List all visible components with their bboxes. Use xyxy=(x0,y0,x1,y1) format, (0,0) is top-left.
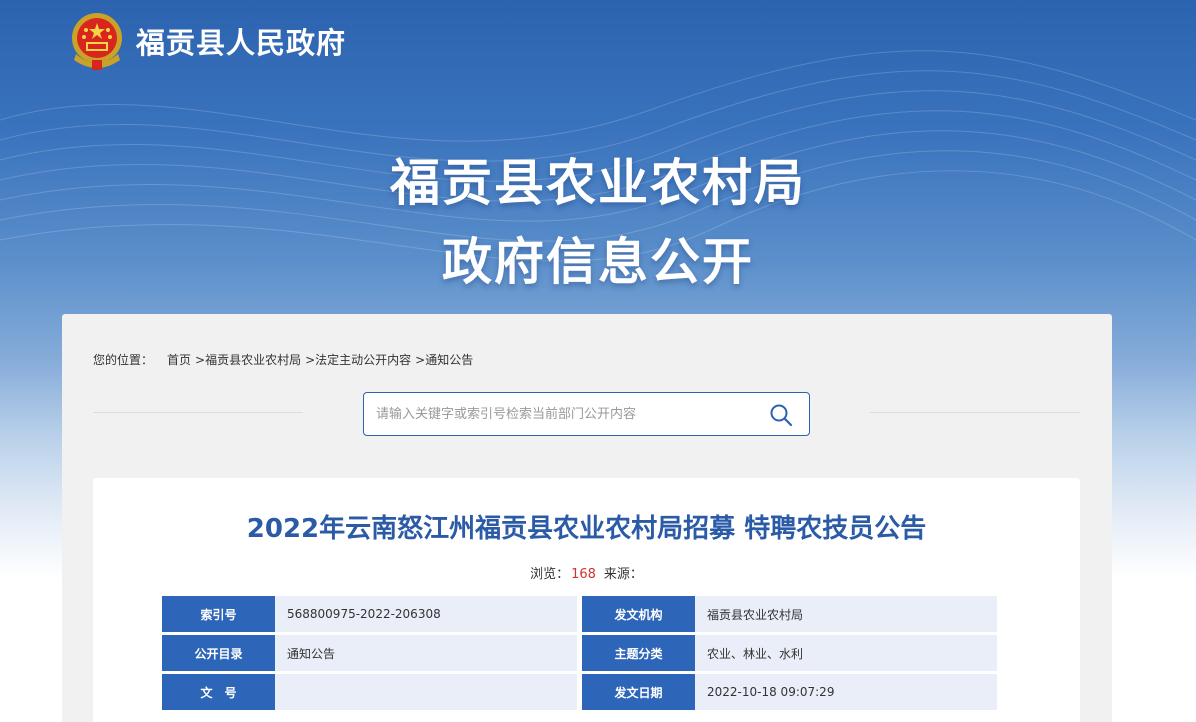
site-name: 福贡县人民政府 xyxy=(136,26,347,60)
search-input[interactable] xyxy=(376,402,756,426)
info-row: 文 号 发文日期 2022-10-18 09:07:29 xyxy=(162,674,997,710)
issue-date-label: 发文日期 xyxy=(582,674,695,710)
section-title: 政府信息公开 xyxy=(442,233,754,291)
info-row: 公开目录 通知公告 主题分类 农业、林业、水利 xyxy=(162,635,997,671)
topic-label: 主题分类 xyxy=(582,635,695,671)
department-title: 福贡县农业农村局 xyxy=(390,154,806,212)
search-box xyxy=(363,392,810,436)
site-logo[interactable]: 福贡县人民政府 xyxy=(68,10,346,72)
catalog-value: 通知公告 xyxy=(275,635,577,671)
catalog-label: 公开目录 xyxy=(162,635,275,671)
issuing-agency-value: 福贡县农业农村局 xyxy=(695,596,997,632)
document-number-label: 文 号 xyxy=(162,674,275,710)
content-panel: 您的位置： 首页 >福贡县农业农村局 >法定主动公开内容 >通知公告 2022年… xyxy=(62,314,1112,722)
national-emblem-icon xyxy=(72,13,122,70)
divider-left xyxy=(93,412,303,413)
index-number-label: 索引号 xyxy=(162,596,275,632)
article-card: 2022年云南怒江州福贡县农业农村局招募 特聘农技员公告 浏览： 168 来源： 索… xyxy=(93,478,1080,722)
info-table: 索引号 568800975-2022-206308 发文机构 福贡县农业农村局 … xyxy=(162,596,997,713)
topic-value: 农业、林业、水利 xyxy=(695,635,997,671)
source-label: 来源： xyxy=(603,567,643,582)
breadcrumb-department[interactable]: >福贡县农业农村局 xyxy=(195,351,301,368)
article-title: 2022年云南怒江州福贡县农业农村局招募 特聘农技员公告 xyxy=(246,514,927,544)
breadcrumb-label: 您的位置： xyxy=(93,353,154,367)
breadcrumb-notices[interactable]: >通知公告 xyxy=(415,351,473,368)
index-number-value: 568800975-2022-206308 xyxy=(275,596,577,632)
search-icon[interactable] xyxy=(769,403,793,427)
issuing-agency-label: 发文机构 xyxy=(582,596,695,632)
article-meta: 浏览： 168 来源： xyxy=(93,563,1080,582)
divider-right xyxy=(870,412,1080,413)
document-number-value xyxy=(275,674,577,710)
views-count: 168 xyxy=(571,567,596,582)
breadcrumb: 您的位置： 首页 >福贡县农业农村局 >法定主动公开内容 >通知公告 xyxy=(93,351,473,368)
info-row: 索引号 568800975-2022-206308 发文机构 福贡县农业农村局 xyxy=(162,596,997,632)
breadcrumb-home[interactable]: 首页 xyxy=(167,351,191,368)
breadcrumb-statutory-content[interactable]: >法定主动公开内容 xyxy=(305,351,411,368)
issue-date-value: 2022-10-18 09:07:29 xyxy=(695,674,997,710)
views-label: 浏览： xyxy=(530,567,570,582)
